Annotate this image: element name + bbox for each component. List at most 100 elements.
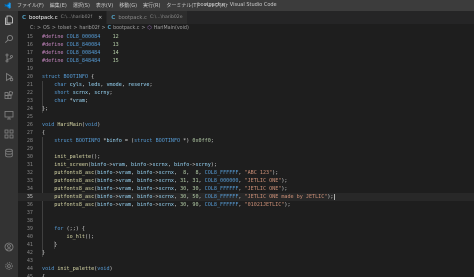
breadcrumb-item[interactable]: C: [30,26,35,31]
code-text: init_palette(); [54,154,101,160]
code-line[interactable]: 30 init_palette(); [18,153,474,161]
code-line[interactable]: 31 init_screen(binfo->vram, binfo->scrnx… [18,161,474,169]
remote-icon[interactable] [4,110,14,120]
menu-help[interactable]: ヘルプ(H) [201,2,230,9]
line-number: 25 [26,114,33,120]
line-number: 42 [26,250,33,256]
code-text: }; [42,106,49,112]
code-line[interactable]: 21 char cyls, leds, vmode, reserve; [18,81,474,89]
line-number: 23 [26,98,33,104]
c-file-icon: C [107,26,112,31]
line-number: 29 [26,146,33,152]
code-text: putfonts8_asc(binfo->vram, binfo->scrnx,… [54,186,288,192]
code-line[interactable]: 45 { [18,273,474,277]
menu-go[interactable]: 移動(G) [116,2,140,9]
code-text: putfonts8_asc(binfo->vram, binfo->scrnx,… [54,202,291,208]
line-number: 32 [26,170,33,176]
chevron-right-icon: > [101,26,106,31]
line-number: 19 [26,66,33,72]
breadcrumb-item[interactable]: tolset [58,26,71,31]
code-line[interactable]: 33 putfonts8_asc(binfo->vram, binfo->scr… [18,177,474,185]
editor-tabs: C bootpack.c C:\...\harib02f × C bootpac… [18,11,474,24]
line-number: 20 [26,74,33,80]
code-line[interactable]: 16 #define COL8_840084 13 [18,41,474,49]
code-text: struct BOOTINFO *binfo = (struct BOOTINF… [54,138,214,144]
files-icon[interactable] [4,15,14,25]
breadcrumb-item[interactable]: harib02f [79,26,99,31]
menu-view[interactable]: 表示(V) [93,2,116,9]
code-text: void HariMain(void) [42,122,101,128]
code-line[interactable]: 26 void HariMain(void) [18,121,474,129]
tab-filename: bootpack.c [118,14,147,21]
menu-file[interactable]: ファイル(F) [14,2,47,9]
line-number: 31 [26,162,33,168]
line-number: 24 [26,106,33,112]
code-line[interactable]: 18 #define COL8_848484 15 [18,57,474,65]
line-number: 30 [26,154,33,160]
code-line[interactable]: 19 [18,65,474,73]
line-number: 27 [26,130,33,136]
code-line[interactable]: 44 void init_palette(void) [18,265,474,273]
code-line[interactable]: 40 io_hlt(); [18,233,474,241]
accounts-icon[interactable] [4,242,14,252]
line-number: 38 [26,218,33,224]
code-line[interactable]: 35 putfonts8_asc(binfo->vram, binfo->scr… [18,193,474,201]
code-line[interactable]: 23 char *vram; [18,97,474,105]
code-text: putfonts8_asc(binfo->vram, binfo->scrnx,… [54,193,335,200]
code-line[interactable]: 36 putfonts8_asc(binfo->vram, binfo->scr… [18,201,474,209]
activity-bar [0,11,18,277]
code-line[interactable]: 25 [18,113,474,121]
code-line[interactable]: 28 struct BOOTINFO *binfo = (struct BOOT… [18,137,474,145]
code-text: #define COL8_848484 15 [42,58,119,64]
database-icon[interactable] [4,148,14,158]
code-line[interactable]: 39 for (;;) { [18,225,474,233]
code-text: void init_palette(void) [42,266,113,272]
breadcrumb-item[interactable]: OS [43,26,50,31]
code-line[interactable]: 15 #define COL8_000084 12 [18,33,474,41]
tab-bootpack-harib02e[interactable]: C bootpack.c C:\...\harib02e [107,11,188,24]
run-debug-icon[interactable] [4,72,14,82]
line-number: 33 [26,178,33,184]
tab-bootpack-harib02f[interactable]: C bootpack.c C:\...\harib02f × [18,11,108,24]
code-line[interactable]: 17 #define COL8_008484 14 [18,49,474,57]
menu-bar: ファイル(F) 編集(E) 選択(S) 表示(V) 移動(G) 実行(R) ター… [14,2,230,9]
code-line[interactable]: 20 struct BOOTINFO { [18,73,474,81]
code-line[interactable]: 22 short scrnx, scrny; [18,89,474,97]
code-line[interactable]: 38 [18,217,474,225]
vscode-logo-icon [0,0,14,11]
code-line[interactable]: 27 { [18,129,474,137]
code-line[interactable]: 42} [18,249,474,257]
menu-terminal[interactable]: ターミナル(T) [163,2,201,9]
chevron-right-icon: > [141,26,146,31]
breadcrumb-item[interactable]: HariMain(void) [154,26,189,31]
line-number: 15 [26,34,33,40]
code-line[interactable]: 24}; [18,105,474,113]
code-text: for (;;) { [54,226,85,232]
code-line[interactable]: 41 } [18,241,474,249]
line-number: 36 [26,202,33,208]
code-editor[interactable]: 15 #define COL8_000084 12 16 #define COL8_8… [18,33,474,277]
settings-gear-icon[interactable] [4,261,14,271]
line-number: 41 [26,242,33,248]
extensions-icon[interactable] [4,91,14,101]
code-line[interactable]: 34 putfonts8_asc(binfo->vram, binfo->scr… [18,185,474,193]
menu-run[interactable]: 実行(R) [140,2,163,9]
menu-edit[interactable]: 編集(E) [47,2,70,9]
code-text: struct BOOTINFO { [42,74,95,80]
line-number: 44 [26,266,33,272]
code-line[interactable]: 37 [18,209,474,217]
code-text: short scrnx, scrny; [54,90,113,96]
code-line[interactable]: 32 putfonts8_asc(binfo->vram, binfo->scr… [18,169,474,177]
line-number: 35 [26,194,33,200]
grid-icon[interactable] [4,129,14,139]
breadcrumb-item[interactable]: bootpack.c [113,26,139,31]
search-icon[interactable] [4,34,14,44]
breadcrumb: C: > OS > tolset > harib02f > C bootpack… [18,24,474,33]
menu-selection[interactable]: 選択(S) [70,2,93,9]
line-number: 17 [26,50,33,56]
code-line[interactable]: 29 [18,145,474,153]
close-icon[interactable]: × [98,15,102,21]
line-number: 43 [26,258,33,264]
code-line[interactable]: 43 [18,257,474,265]
source-control-icon[interactable] [4,53,14,63]
